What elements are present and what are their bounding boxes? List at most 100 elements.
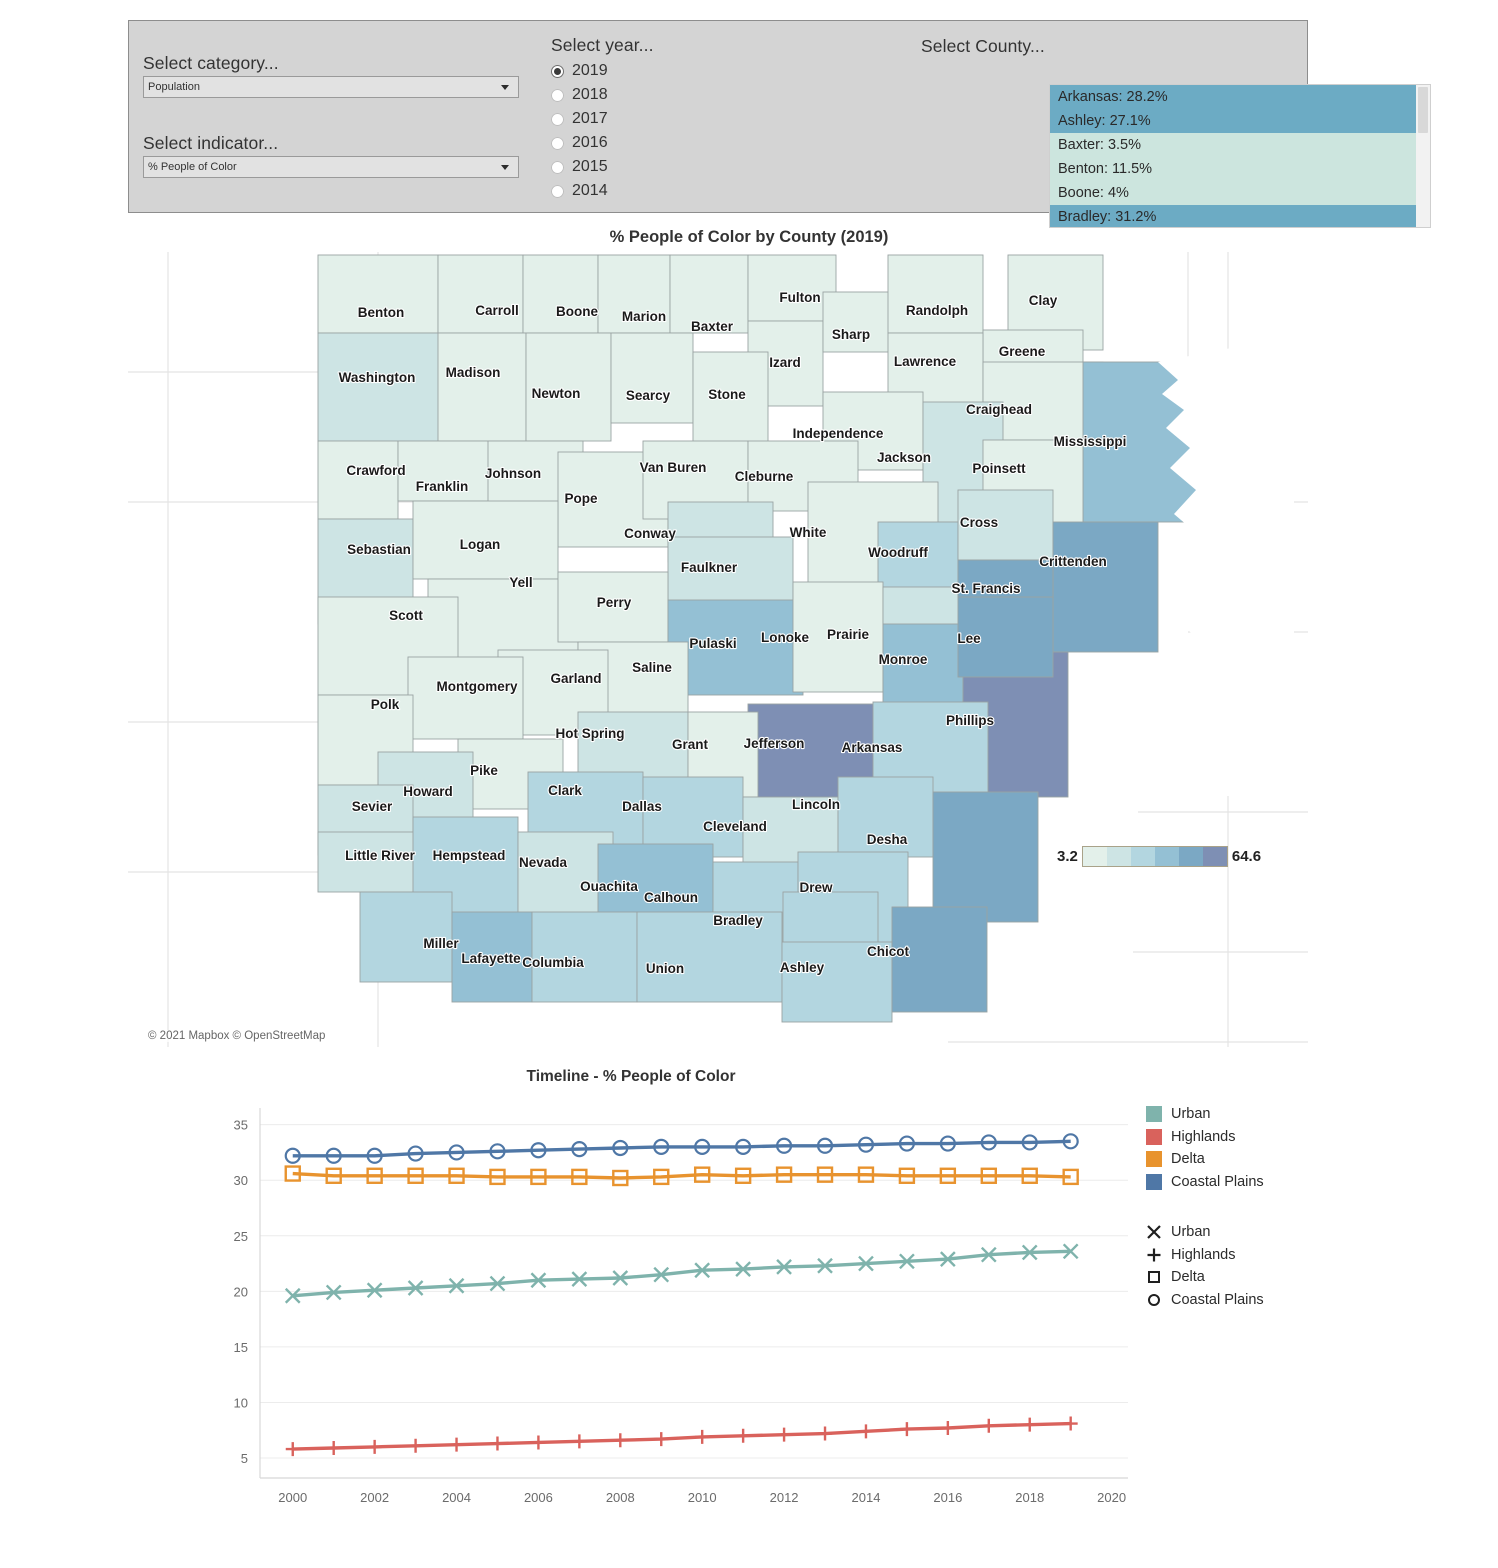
county-label: Cleveland bbox=[703, 819, 767, 834]
county-label: Clark bbox=[548, 783, 582, 798]
county-label: Lee bbox=[957, 631, 981, 646]
county-label: Cleburne bbox=[735, 469, 794, 484]
timeline-canvas[interactable]: 5 10 15 20 25 30 35 2000 2002 2004 2006 2008 2010 201… bbox=[128, 1090, 1138, 1550]
year-radio-2017[interactable]: 2017 bbox=[551, 107, 608, 131]
year-radio-2015[interactable]: 2015 bbox=[551, 155, 608, 179]
county-label: Yell bbox=[509, 575, 532, 590]
county-list-item[interactable]: Benton: 11.5% bbox=[1050, 157, 1416, 181]
county-shape-chicot bbox=[891, 906, 988, 1013]
county-label: Benton bbox=[358, 305, 405, 320]
timeline-chart[interactable]: 5 10 15 20 25 30 35 2000 2002 2004 2006 2008 2010 201… bbox=[128, 1090, 1138, 1550]
county-label: Monroe bbox=[879, 652, 928, 667]
legend-color-item[interactable]: Highlands bbox=[1146, 1126, 1386, 1149]
indicator-dropdown[interactable]: % People of Color bbox=[143, 156, 519, 178]
legend-marker-circle-icon bbox=[1146, 1292, 1162, 1308]
county-label: Cross bbox=[960, 515, 998, 530]
county-list-item[interactable]: Ashley: 27.1% bbox=[1050, 109, 1416, 133]
county-label: Chicot bbox=[867, 944, 910, 959]
scrollbar-thumb[interactable] bbox=[1418, 87, 1428, 133]
x-axis-tick: 2020 bbox=[1097, 1490, 1126, 1505]
map-title: % People of Color by County (2019) bbox=[609, 228, 889, 246]
year-label: Select year... bbox=[551, 35, 654, 55]
county-listbox[interactable]: Arkansas: 28.2% Ashley: 27.1% Baxter: 3.5%… bbox=[1049, 84, 1431, 228]
county-label: Union bbox=[646, 961, 684, 976]
county-label: Montgomery bbox=[437, 679, 518, 694]
choropleth-map[interactable]: Benton Carroll Boone Marion Baxter Fulton Rand… bbox=[128, 252, 1308, 1047]
year-radio-label: 2019 bbox=[572, 62, 608, 79]
legend-color-item[interactable]: Coastal Plains bbox=[1146, 1171, 1386, 1194]
county-shape-carroll bbox=[437, 254, 524, 334]
county-label: Searcy bbox=[626, 388, 671, 403]
county-shape-desha bbox=[932, 791, 1039, 923]
year-radio-2014[interactable]: 2014 bbox=[551, 179, 608, 203]
legend-color-group: Urban Highlands Delta Coastal Plains bbox=[1146, 1103, 1386, 1193]
radio-icon[interactable] bbox=[551, 136, 564, 150]
legend-min-value: 3.2 bbox=[1057, 848, 1078, 865]
county-label: Independence bbox=[793, 426, 884, 441]
county-label: Stone bbox=[708, 387, 746, 402]
map-canvas[interactable]: Benton Carroll Boone Marion Baxter Fulton Rand… bbox=[128, 252, 1308, 1047]
county-list-item[interactable]: Bradley: 31.2% bbox=[1050, 205, 1416, 227]
legend-shape-item[interactable]: Delta bbox=[1146, 1266, 1386, 1289]
year-radio-2016[interactable]: 2016 bbox=[551, 131, 608, 155]
x-axis-tick: 2006 bbox=[524, 1490, 553, 1505]
county-label: Hot Spring bbox=[556, 726, 625, 741]
legend-shape-item[interactable]: Urban bbox=[1146, 1221, 1386, 1244]
year-radio-2018[interactable]: 2018 bbox=[551, 83, 608, 107]
county-label: Clay bbox=[1029, 293, 1058, 308]
legend-color-item[interactable]: Delta bbox=[1146, 1148, 1386, 1171]
legend-shape-item[interactable]: Highlands bbox=[1146, 1244, 1386, 1267]
county-list-item[interactable]: Boone: 4% bbox=[1050, 181, 1416, 205]
county-list-item[interactable]: Arkansas: 28.2% bbox=[1050, 85, 1416, 109]
y-axis-tick: 15 bbox=[234, 1340, 248, 1355]
legend-gradient-cell bbox=[1082, 847, 1107, 866]
x-axis-tick: 2002 bbox=[360, 1490, 389, 1505]
county-label: Poinsett bbox=[972, 461, 1026, 476]
county-label: Logan bbox=[460, 537, 501, 552]
map-color-legend: 3.2 64.6 bbox=[1057, 846, 1261, 867]
county-label: Faulkner bbox=[681, 560, 738, 575]
y-axis-tick: 5 bbox=[241, 1451, 248, 1466]
radio-icon[interactable] bbox=[551, 64, 564, 78]
legend-gradient-bar bbox=[1081, 846, 1228, 867]
radio-icon[interactable] bbox=[551, 160, 564, 174]
dashboard-page: Select category... Population Select ind… bbox=[0, 0, 1498, 1568]
radio-icon[interactable] bbox=[551, 88, 564, 102]
county-label: Lonoke bbox=[761, 630, 809, 645]
year-radio-label: 2015 bbox=[572, 158, 608, 175]
county-label: Hempstead bbox=[433, 848, 506, 863]
radio-icon[interactable] bbox=[551, 184, 564, 198]
county-shape-crawford bbox=[317, 440, 399, 520]
y-axis-tick: 10 bbox=[234, 1395, 248, 1410]
legend-color-item[interactable]: Urban bbox=[1146, 1103, 1386, 1126]
county-label: Craighead bbox=[966, 402, 1032, 417]
county-label: Randolph bbox=[906, 303, 968, 318]
legend-spacer bbox=[1146, 1193, 1386, 1221]
year-radio-2019[interactable]: 2019 bbox=[551, 59, 608, 83]
county-shape-madison bbox=[437, 332, 527, 442]
chevron-down-icon bbox=[501, 164, 509, 170]
county-list-scrollbar[interactable] bbox=[1416, 85, 1430, 227]
county-list-item[interactable]: Baxter: 3.5% bbox=[1050, 133, 1416, 157]
x-axis-tick: 2018 bbox=[1015, 1490, 1044, 1505]
category-dropdown[interactable]: Population bbox=[143, 76, 519, 98]
x-axis-tick: 2014 bbox=[852, 1490, 881, 1505]
county-label: Pope bbox=[564, 491, 597, 506]
county-label: Dallas bbox=[622, 799, 662, 814]
county-label: Phillips bbox=[946, 713, 994, 728]
county-label: Drew bbox=[799, 880, 833, 895]
county-label: Baxter bbox=[691, 319, 734, 334]
legend-marker-square-icon bbox=[1146, 1269, 1162, 1285]
county-label: Nevada bbox=[519, 855, 568, 870]
county-label: Grant bbox=[672, 737, 709, 752]
county-label: Johnson bbox=[485, 466, 541, 481]
county-shape-randolph bbox=[887, 254, 984, 334]
y-axis-tick: 20 bbox=[234, 1284, 248, 1299]
county-label: Little River bbox=[345, 848, 416, 863]
county-label: Garland bbox=[550, 671, 601, 686]
county-shape-washington bbox=[317, 332, 441, 442]
year-radio-label: 2014 bbox=[572, 182, 608, 199]
county-shape-searcy bbox=[610, 332, 694, 424]
radio-icon[interactable] bbox=[551, 112, 564, 126]
legend-shape-item[interactable]: Coastal Plains bbox=[1146, 1289, 1386, 1312]
